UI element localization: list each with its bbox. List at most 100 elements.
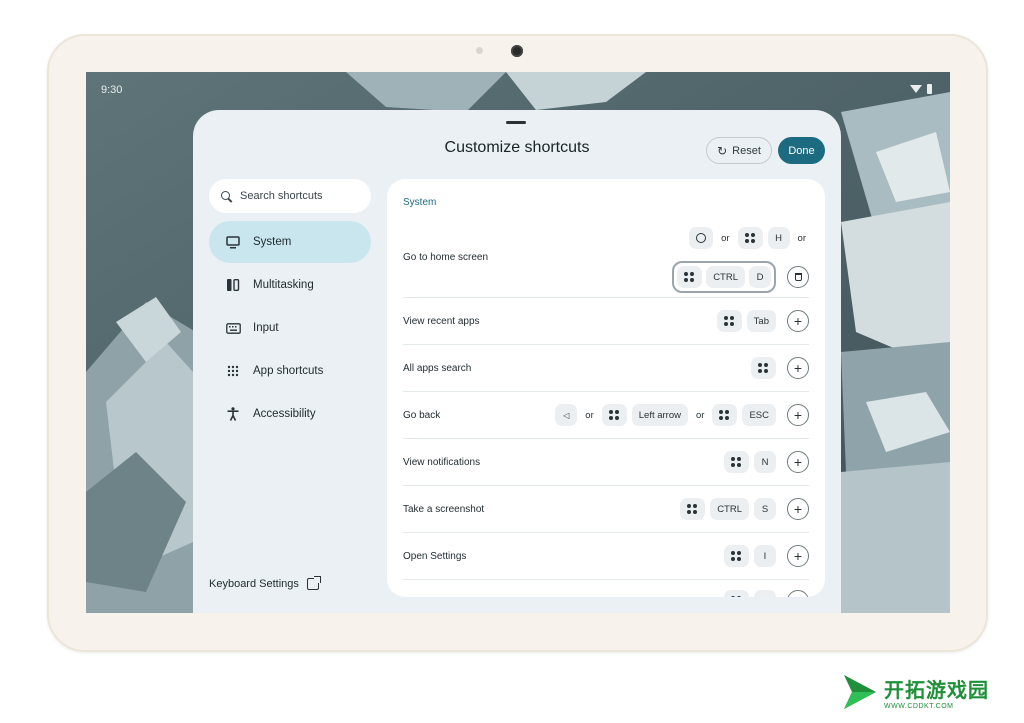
nav-item-system[interactable]: System (209, 221, 371, 263)
selected-key-combo[interactable]: CTRL D (672, 261, 776, 293)
add-shortcut-button[interactable]: + (787, 451, 809, 473)
reset-icon: ↻ (717, 143, 728, 158)
shortcut-label: Take a screenshot (403, 504, 485, 515)
key-meta (712, 404, 738, 426)
shortcut-row-partial: + (403, 580, 809, 597)
split-screen-icon (225, 277, 241, 293)
shortcut-row-notifications: View notifications N + (403, 439, 809, 486)
shortcut-keys: ◁ or Left arrow or ESC + (555, 404, 809, 426)
nav-item-accessibility[interactable]: Accessibility (209, 393, 371, 435)
trash-icon (794, 273, 802, 281)
nav-item-label: Multitasking (253, 279, 314, 291)
meta-key-icon (719, 409, 730, 421)
key-meta (724, 451, 749, 473)
product-photo: 9:30 Customize shortcuts ↻ Reset Done Se… (0, 0, 1024, 723)
key-meta (724, 590, 749, 597)
add-shortcut-button[interactable]: + (787, 590, 809, 597)
shortcut-keys-selected: CTRL D (672, 261, 809, 293)
open-external-icon (306, 576, 321, 590)
shortcut-row-screenshot: Take a screenshot CTRL S + (403, 486, 809, 533)
keyboard-icon (225, 320, 241, 336)
home-circle-icon (696, 233, 707, 243)
key-s: S (754, 498, 776, 520)
done-button[interactable]: Done (778, 137, 825, 164)
shortcut-keys: N + (724, 451, 809, 473)
shortcut-label: Go back (403, 410, 441, 421)
shortcut-label: All apps search (403, 363, 472, 374)
key-meta (751, 357, 776, 379)
shortcut-label: Open Settings (403, 551, 467, 562)
add-shortcut-button[interactable]: + (787, 357, 809, 379)
shortcuts-panel: System Go to home screen or H or CTRL D … (387, 179, 825, 597)
key-back: ◁ (555, 404, 578, 426)
key-meta (601, 404, 627, 426)
key-home (689, 227, 714, 249)
reset-button[interactable]: ↻ Reset (706, 137, 772, 164)
monitor-icon (225, 234, 241, 250)
add-shortcut-button[interactable]: + (787, 404, 809, 426)
nav-item-label: Input (253, 322, 279, 334)
shortcut-label: View recent apps (403, 316, 480, 327)
watermark-url: WWW.CDDKT.COM (884, 703, 954, 710)
key-tab: Tab (746, 310, 776, 332)
key-ctrl: CTRL (710, 498, 749, 520)
meta-key-icon (731, 595, 742, 597)
battery-icon (927, 84, 932, 94)
meta-key-icon (608, 409, 620, 421)
shortcut-keys: or H or (689, 227, 809, 249)
customize-shortcuts-sheet: Customize shortcuts ↻ Reset Done System (193, 110, 841, 613)
delete-shortcut-button[interactable] (787, 266, 809, 288)
shortcut-row-all-apps-search: All apps search + (403, 345, 809, 392)
or-separator: or (585, 409, 594, 421)
watermark: 开拓游戏园 WWW.CDDKT.COM (840, 673, 989, 711)
reset-label: Reset (732, 144, 761, 157)
shortcut-keys: Tab + (716, 310, 809, 332)
add-shortcut-button[interactable]: + (787, 545, 809, 567)
drag-handle[interactable] (506, 121, 526, 124)
section-title: System (403, 197, 437, 208)
status-icons (910, 84, 932, 94)
shortcut-keys: + (724, 590, 809, 597)
key-h: H (767, 227, 790, 249)
key-meta (724, 545, 749, 567)
meta-key-icon (758, 362, 769, 374)
nav-item-app-shortcuts[interactable]: App shortcuts (209, 350, 371, 392)
key-d: D (749, 266, 771, 288)
shortcut-row-recent-apps: View recent apps Tab + (403, 298, 809, 345)
key-ctrl: CTRL (706, 266, 745, 288)
meta-key-icon (744, 232, 756, 244)
key-esc: ESC (742, 404, 776, 426)
watermark-logo-icon (844, 675, 876, 709)
shortcut-row-open-settings: Open Settings I + (403, 533, 809, 580)
key-partial (754, 590, 776, 597)
or-separator: or (721, 232, 730, 244)
shortcut-row-go-home: Go to home screen or H or CTRL D (403, 219, 809, 298)
watermark-name: 开拓游戏园 (884, 678, 989, 702)
key-i: I (754, 545, 776, 567)
add-shortcut-button[interactable]: + (787, 498, 809, 520)
key-left-arrow: Left arrow (631, 404, 688, 426)
back-triangle-icon: ◁ (563, 410, 570, 420)
nav-item-multitasking[interactable]: Multitasking (209, 264, 371, 306)
key-n: N (754, 451, 776, 473)
status-time: 9:30 (101, 84, 123, 96)
key-meta (737, 227, 763, 249)
meta-key-icon (723, 315, 735, 327)
shortcut-keys: I + (724, 545, 809, 567)
front-camera (511, 45, 523, 57)
accessibility-icon (225, 406, 241, 422)
or-separator: or (696, 409, 705, 421)
nav-item-input[interactable]: Input (209, 307, 371, 349)
add-shortcut-button[interactable]: + (787, 310, 809, 332)
key-meta (677, 266, 703, 288)
shortcut-keys: CTRL S + (680, 498, 809, 520)
nav-item-label: App shortcuts (253, 365, 324, 377)
meta-key-icon (687, 503, 698, 515)
search-field[interactable] (209, 179, 371, 213)
shortcut-label: View notifications (403, 457, 481, 468)
keyboard-settings-link[interactable]: Keyboard Settings (209, 576, 321, 590)
meta-key-icon (731, 550, 742, 562)
search-input[interactable] (240, 190, 360, 202)
keyboard-settings-label: Keyboard Settings (209, 578, 299, 590)
wifi-icon (910, 85, 922, 93)
